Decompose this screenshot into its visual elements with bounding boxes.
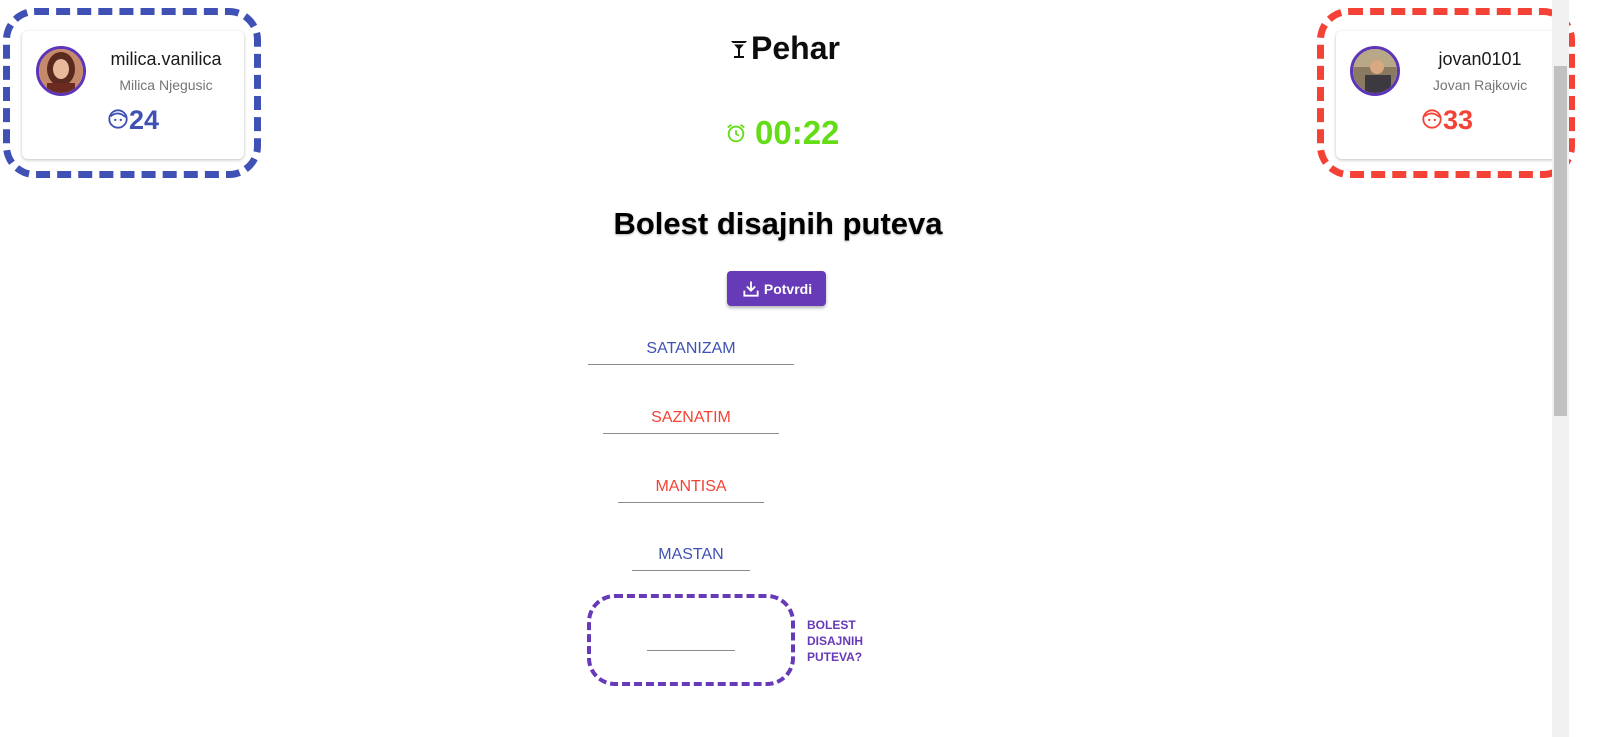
answer-text: MANTISA: [655, 478, 727, 495]
answer-field-4[interactable]: MASTAN: [632, 546, 750, 571]
player-card-left-frame: milica.vanilica Milica Njegusic 24: [3, 8, 261, 178]
player-score: 33: [1336, 105, 1558, 136]
avatar: [1350, 46, 1400, 96]
final-answer-hint: Bolest disajnih puteva?: [807, 618, 864, 664]
timer-value: 00:22: [755, 114, 840, 151]
answer-field-1[interactable]: SATANIZAM: [588, 340, 794, 365]
cocktail-glass-icon: [731, 40, 747, 58]
answer-field-2[interactable]: SAZNATIM: [603, 409, 779, 434]
answer-text: SAZNATIM: [651, 409, 731, 426]
player-username: jovan0101: [1438, 49, 1522, 69]
game-title-text: Pehar: [751, 30, 840, 66]
player-card-left: milica.vanilica Milica Njegusic 24: [22, 31, 244, 159]
player-score: 24: [22, 105, 244, 136]
avatar: [36, 46, 86, 96]
final-answer-frame: [587, 594, 795, 686]
game-title: Pehar: [729, 30, 840, 67]
player-card-right-frame: jovan0101 Jovan Rajkovic 33: [1317, 8, 1575, 178]
face-icon: [1422, 109, 1442, 129]
player-score-value: 33: [1442, 105, 1474, 135]
confirm-button[interactable]: Potvrdi: [727, 271, 826, 306]
player-username: milica.vanilica: [110, 49, 222, 69]
player-fullname: Milica Njegusic: [119, 77, 213, 93]
final-answer-input[interactable]: [647, 650, 735, 651]
answer-field-3[interactable]: MANTISA: [618, 478, 764, 503]
confirm-button-label: Potvrdi: [763, 280, 813, 297]
question-text: Bolest disajnih puteva: [613, 206, 943, 241]
scrollbar[interactable]: [1552, 0, 1569, 737]
player-fullname: Jovan Rajkovic: [1432, 77, 1528, 93]
alarm-clock-icon: [727, 124, 745, 143]
answer-text: MASTAN: [658, 546, 724, 563]
download-icon: [743, 281, 759, 297]
scrollbar-thumb[interactable]: [1554, 66, 1567, 416]
face-icon: [108, 109, 128, 129]
answer-text: SATANIZAM: [646, 340, 736, 357]
timer: 00:22: [725, 114, 839, 152]
player-score-value: 24: [128, 105, 160, 135]
player-card-right: jovan0101 Jovan Rajkovic 33: [1336, 31, 1558, 159]
